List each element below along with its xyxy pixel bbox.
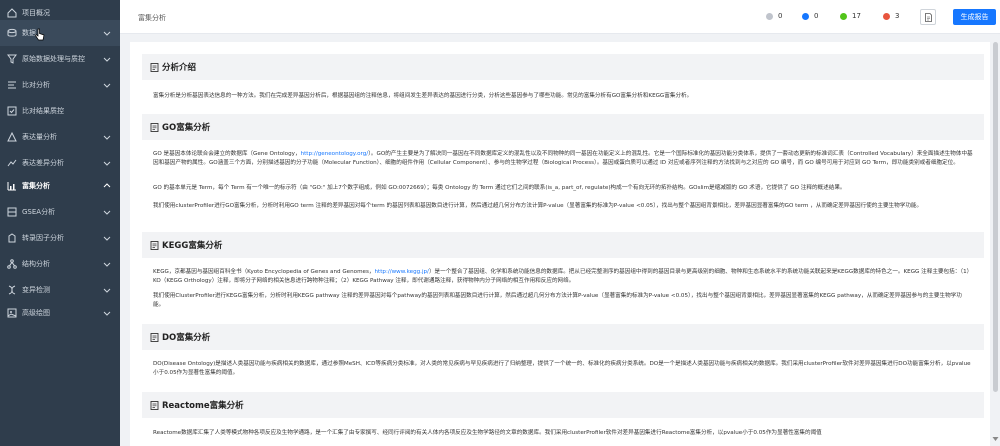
document-icon	[150, 62, 159, 72]
sidebar-item-enrichment[interactable]: 富集分析	[0, 173, 120, 199]
document-icon	[150, 240, 159, 250]
section-title: KEGG富集分析	[162, 241, 223, 251]
section-title: DO富集分析	[162, 333, 211, 343]
sidebar-item-gsea[interactable]: GSEA分析	[0, 199, 120, 225]
go-paragraph-2: GO 的基本单元是 Term，每个 Term 有一个唯一的标示符（由 "GO:"…	[153, 185, 846, 191]
filter-icon	[7, 54, 17, 64]
page-title: 富集分析	[138, 14, 166, 22]
kegg-link[interactable]: http://www.kegg.jp/	[374, 269, 428, 275]
gsea-icon	[7, 207, 17, 217]
chevron-down-icon	[103, 83, 111, 88]
sidebar-item-alignment[interactable]: 比对分析	[0, 72, 120, 98]
gene-ontology-link[interactable]: http://geneontology.org/	[301, 151, 369, 157]
align-icon	[7, 80, 17, 90]
status-dot-icon	[802, 12, 809, 20]
do-paragraph: DO(Disease Ontology)是描述人类基因功能与疾病相关的数据库，通…	[153, 361, 971, 376]
sidebar-item-alignment-qc[interactable]: 比对结果质控	[0, 98, 120, 124]
enrich-icon	[7, 181, 17, 191]
chevron-down-icon	[103, 210, 111, 215]
sidebar-item-data[interactable]: 数据	[0, 20, 120, 46]
tf-icon	[7, 233, 17, 243]
scrollbar-thumb[interactable]	[993, 42, 998, 392]
intro-paragraph: 富集分析是分析基因表达信息的一种方法。我们在完成差异基因分析后，根据基因组的注释…	[153, 93, 693, 99]
chevron-down-icon	[103, 161, 111, 166]
check-icon	[7, 106, 17, 116]
sidebar-item-expression[interactable]: 表达量分析	[0, 124, 120, 150]
sidebar-item-label: 项目概况	[22, 9, 50, 17]
sidebar-item-label: 表达差异分析	[22, 159, 64, 167]
structure-icon	[7, 259, 17, 269]
chevron-down-icon	[103, 236, 111, 241]
section-header-kegg: KEGG富集分析	[142, 232, 984, 258]
go-paragraph-1: GO 是基因本体论联合会建立的数据库（Gene Ontology，http://…	[153, 151, 973, 166]
section-header-intro: 分析介绍	[142, 54, 984, 80]
chevron-up-icon	[103, 183, 111, 188]
sidebar-nav: 项目概况 数据 原始数据处理与质控 比对分析 比对结果质控 表达量分析 表达差异…	[0, 0, 120, 446]
mouse-cursor-icon	[35, 28, 45, 41]
plot-icon	[7, 308, 17, 318]
go-paragraph-3: 我们使用clusterProfiler进行GO富集分析，分析时利用GO term…	[153, 203, 923, 209]
status-count-pending: 0	[766, 12, 782, 20]
document-button[interactable]	[920, 9, 936, 25]
sidebar-item-label: GSEA分析	[22, 208, 56, 216]
main-content: 分析介绍 富集分析是分析基因表达信息的一种方法。我们在完成差异基因分析后，根据基…	[130, 42, 990, 446]
data-icon	[7, 28, 17, 38]
section-header-do: DO富集分析	[142, 324, 984, 350]
section-title: 分析介绍	[162, 63, 197, 73]
sidebar-item-label: 变异检测	[22, 286, 50, 294]
sidebar-item-label: 富集分析	[22, 182, 50, 190]
chevron-down-icon	[103, 262, 111, 267]
status-count-failed: 3	[883, 12, 899, 20]
status-count-value: 3	[895, 12, 900, 20]
diff-icon	[7, 158, 17, 168]
chevron-down-icon	[103, 57, 111, 62]
sidebar-item-transcription-factor[interactable]: 转录因子分析	[0, 225, 120, 251]
document-icon	[150, 122, 159, 132]
sidebar-item-label: 比对分析	[22, 81, 50, 89]
variant-icon	[7, 285, 17, 295]
sidebar-item-label: 高级绘图	[22, 309, 50, 317]
sidebar-item-structure[interactable]: 结构分析	[0, 251, 120, 277]
status-dot-icon	[766, 12, 773, 20]
kegg-paragraph-1: KEGG，京都基因与基因组百科全书（Kyoto Encyclopedia of …	[153, 269, 973, 284]
chevron-down-icon	[103, 135, 111, 140]
sidebar-item-advanced-plotting[interactable]: 高级绘图	[0, 300, 120, 326]
status-dot-icon	[883, 12, 890, 20]
status-count-value: 17	[852, 12, 861, 20]
section-header-reactome: Reactome富集分析	[142, 392, 984, 418]
sidebar-item-label: 比对结果质控	[22, 107, 64, 115]
chart-icon	[7, 132, 17, 142]
kegg-paragraph-2: 我们使用ClusterProfiler进行KEGG富集分析，分析时利用KEGG …	[153, 293, 962, 308]
top-bar: 富集分析 0 0 17 3 生成报告	[120, 0, 1000, 34]
sidebar-item-label: 表达量分析	[22, 133, 57, 141]
home-icon	[7, 8, 17, 18]
status-count-running: 0	[802, 12, 818, 20]
chevron-down-icon	[103, 311, 111, 316]
sidebar-item-label: 结构分析	[22, 260, 50, 268]
section-title: Reactome富集分析	[162, 401, 244, 411]
chevron-down-icon	[103, 31, 111, 36]
section-header-go: GO富集分析	[142, 114, 984, 140]
document-icon	[924, 12, 932, 22]
document-icon	[150, 400, 159, 410]
sidebar-item-raw-data-qc[interactable]: 原始数据处理与质控	[0, 46, 120, 72]
reactome-paragraph: Reactome数据库汇集了人类等模式物种各项反应及生物学通路，是一个汇集了由专…	[153, 430, 822, 436]
status-count-success: 17	[840, 12, 861, 20]
status-count-value: 0	[814, 12, 819, 20]
section-title: GO富集分析	[162, 123, 211, 133]
scroll-down-arrow-icon[interactable]	[992, 436, 999, 442]
document-icon	[150, 332, 159, 342]
status-dot-icon	[840, 12, 847, 20]
chevron-down-icon	[103, 288, 111, 293]
sidebar-item-label: 数据	[22, 29, 36, 37]
status-count-value: 0	[778, 12, 783, 20]
sidebar-item-label: 原始数据处理与质控	[22, 55, 85, 63]
generate-report-button[interactable]: 生成报告	[953, 9, 996, 25]
sidebar-item-label: 转录因子分析	[22, 234, 64, 242]
